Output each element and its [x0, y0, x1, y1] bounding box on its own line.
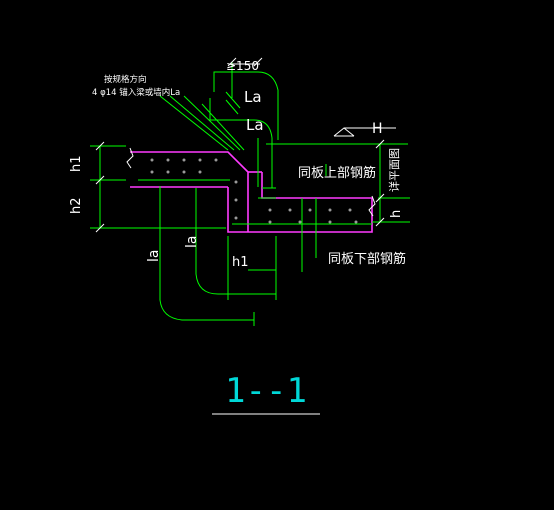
section-drawing: 按规格方向 4 φ14 锚入梁或墙内La ≥150 La La H 同板上部钢筋… [69, 57, 410, 415]
la-upper-2-label: La [246, 116, 264, 134]
elevation-label: H [372, 121, 383, 137]
dim-h2-left: h2 [69, 197, 84, 214]
dim-h1-bottom: h1 [232, 255, 249, 270]
section-title: 1--1 [225, 371, 307, 411]
la-lower-1-label: la [146, 250, 162, 262]
upper-rebar-label: 同板上部钢筋 [298, 165, 376, 181]
elevation-marker [333, 127, 396, 137]
la-upper-1-label: La [244, 88, 262, 106]
note-line-1: 按规格方向 [104, 74, 147, 85]
dim-h-right: h [389, 210, 404, 218]
note-line-2: 4 φ14 锚入梁或墙内La [92, 87, 180, 98]
slab-outline [130, 151, 373, 233]
dim-150-label: ≥150 [226, 59, 259, 73]
la-lower-2-label: la [184, 236, 200, 248]
lower-rebar-label: 同板下部钢筋 [328, 251, 406, 267]
break-mark [126, 147, 376, 217]
dim-h1-left: h1 [69, 155, 84, 172]
slab-side-note: 详平面图 [387, 148, 401, 192]
